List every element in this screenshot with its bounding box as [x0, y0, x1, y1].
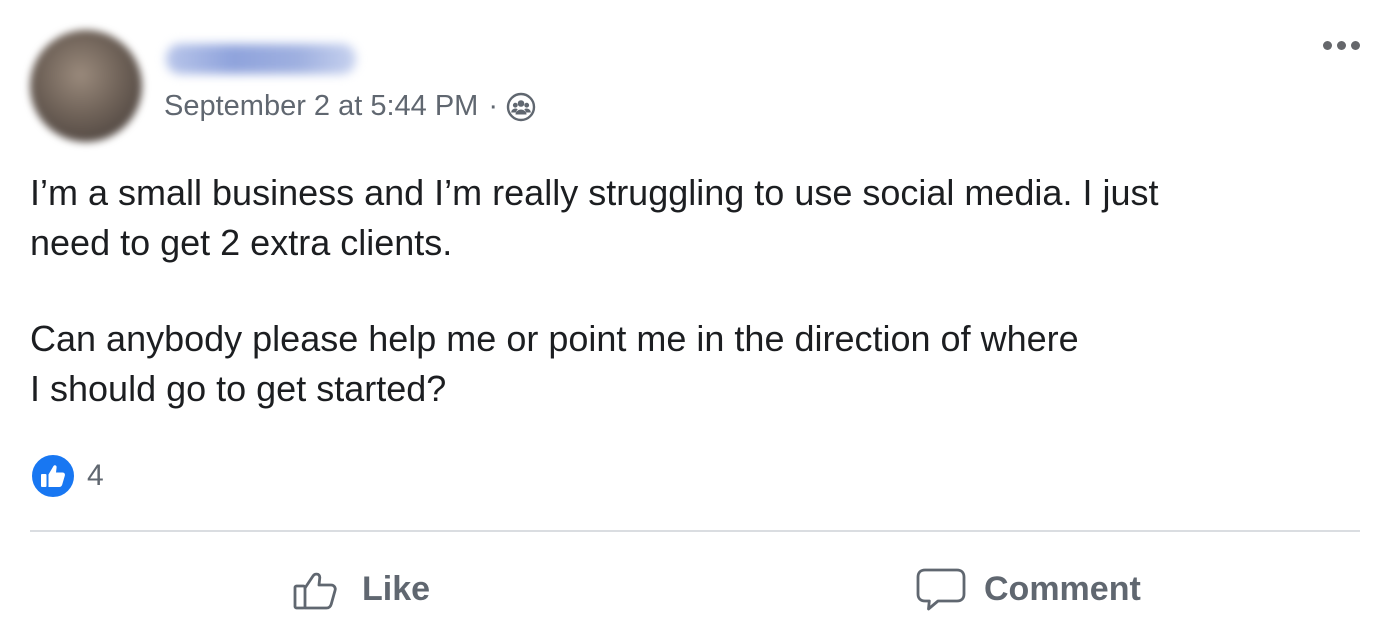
post-body: I’m a small business and I’m really stru…	[30, 168, 1350, 414]
meta-separator: ·	[488, 90, 499, 122]
comment-label: Comment	[984, 569, 1141, 608]
author-avatar[interactable]	[30, 30, 142, 142]
post-paragraph: Can anybody please help me or point me i…	[30, 318, 1079, 409]
reactions-summary[interactable]: 4	[29, 452, 104, 500]
like-label: Like	[362, 569, 431, 608]
facebook-post: September 2 at 5:44 PM · I’m a small bus…	[0, 0, 1387, 639]
post-meta: September 2 at 5:44 PM ·	[164, 90, 536, 123]
post-timestamp[interactable]: September 2 at 5:44 PM	[164, 90, 478, 123]
divider	[30, 530, 1360, 532]
comment-icon	[916, 568, 966, 611]
thumbs-up-icon	[293, 572, 337, 610]
reaction-count: 4	[87, 459, 104, 492]
group-audience-icon[interactable]	[506, 92, 536, 122]
more-options-button[interactable]	[1317, 30, 1365, 60]
more-dot-icon	[1336, 40, 1346, 50]
post-paragraph: I’m a small business and I’m really stru…	[30, 172, 1159, 263]
post-actions: Like Comment	[0, 548, 1387, 630]
like-reaction-icon	[30, 453, 76, 499]
like-button[interactable]: Like	[290, 548, 430, 630]
author-name-blurred[interactable]	[166, 44, 356, 74]
more-dot-icon	[1350, 40, 1360, 50]
more-dot-icon	[1322, 40, 1332, 50]
comment-button[interactable]: Comment	[914, 548, 1141, 630]
